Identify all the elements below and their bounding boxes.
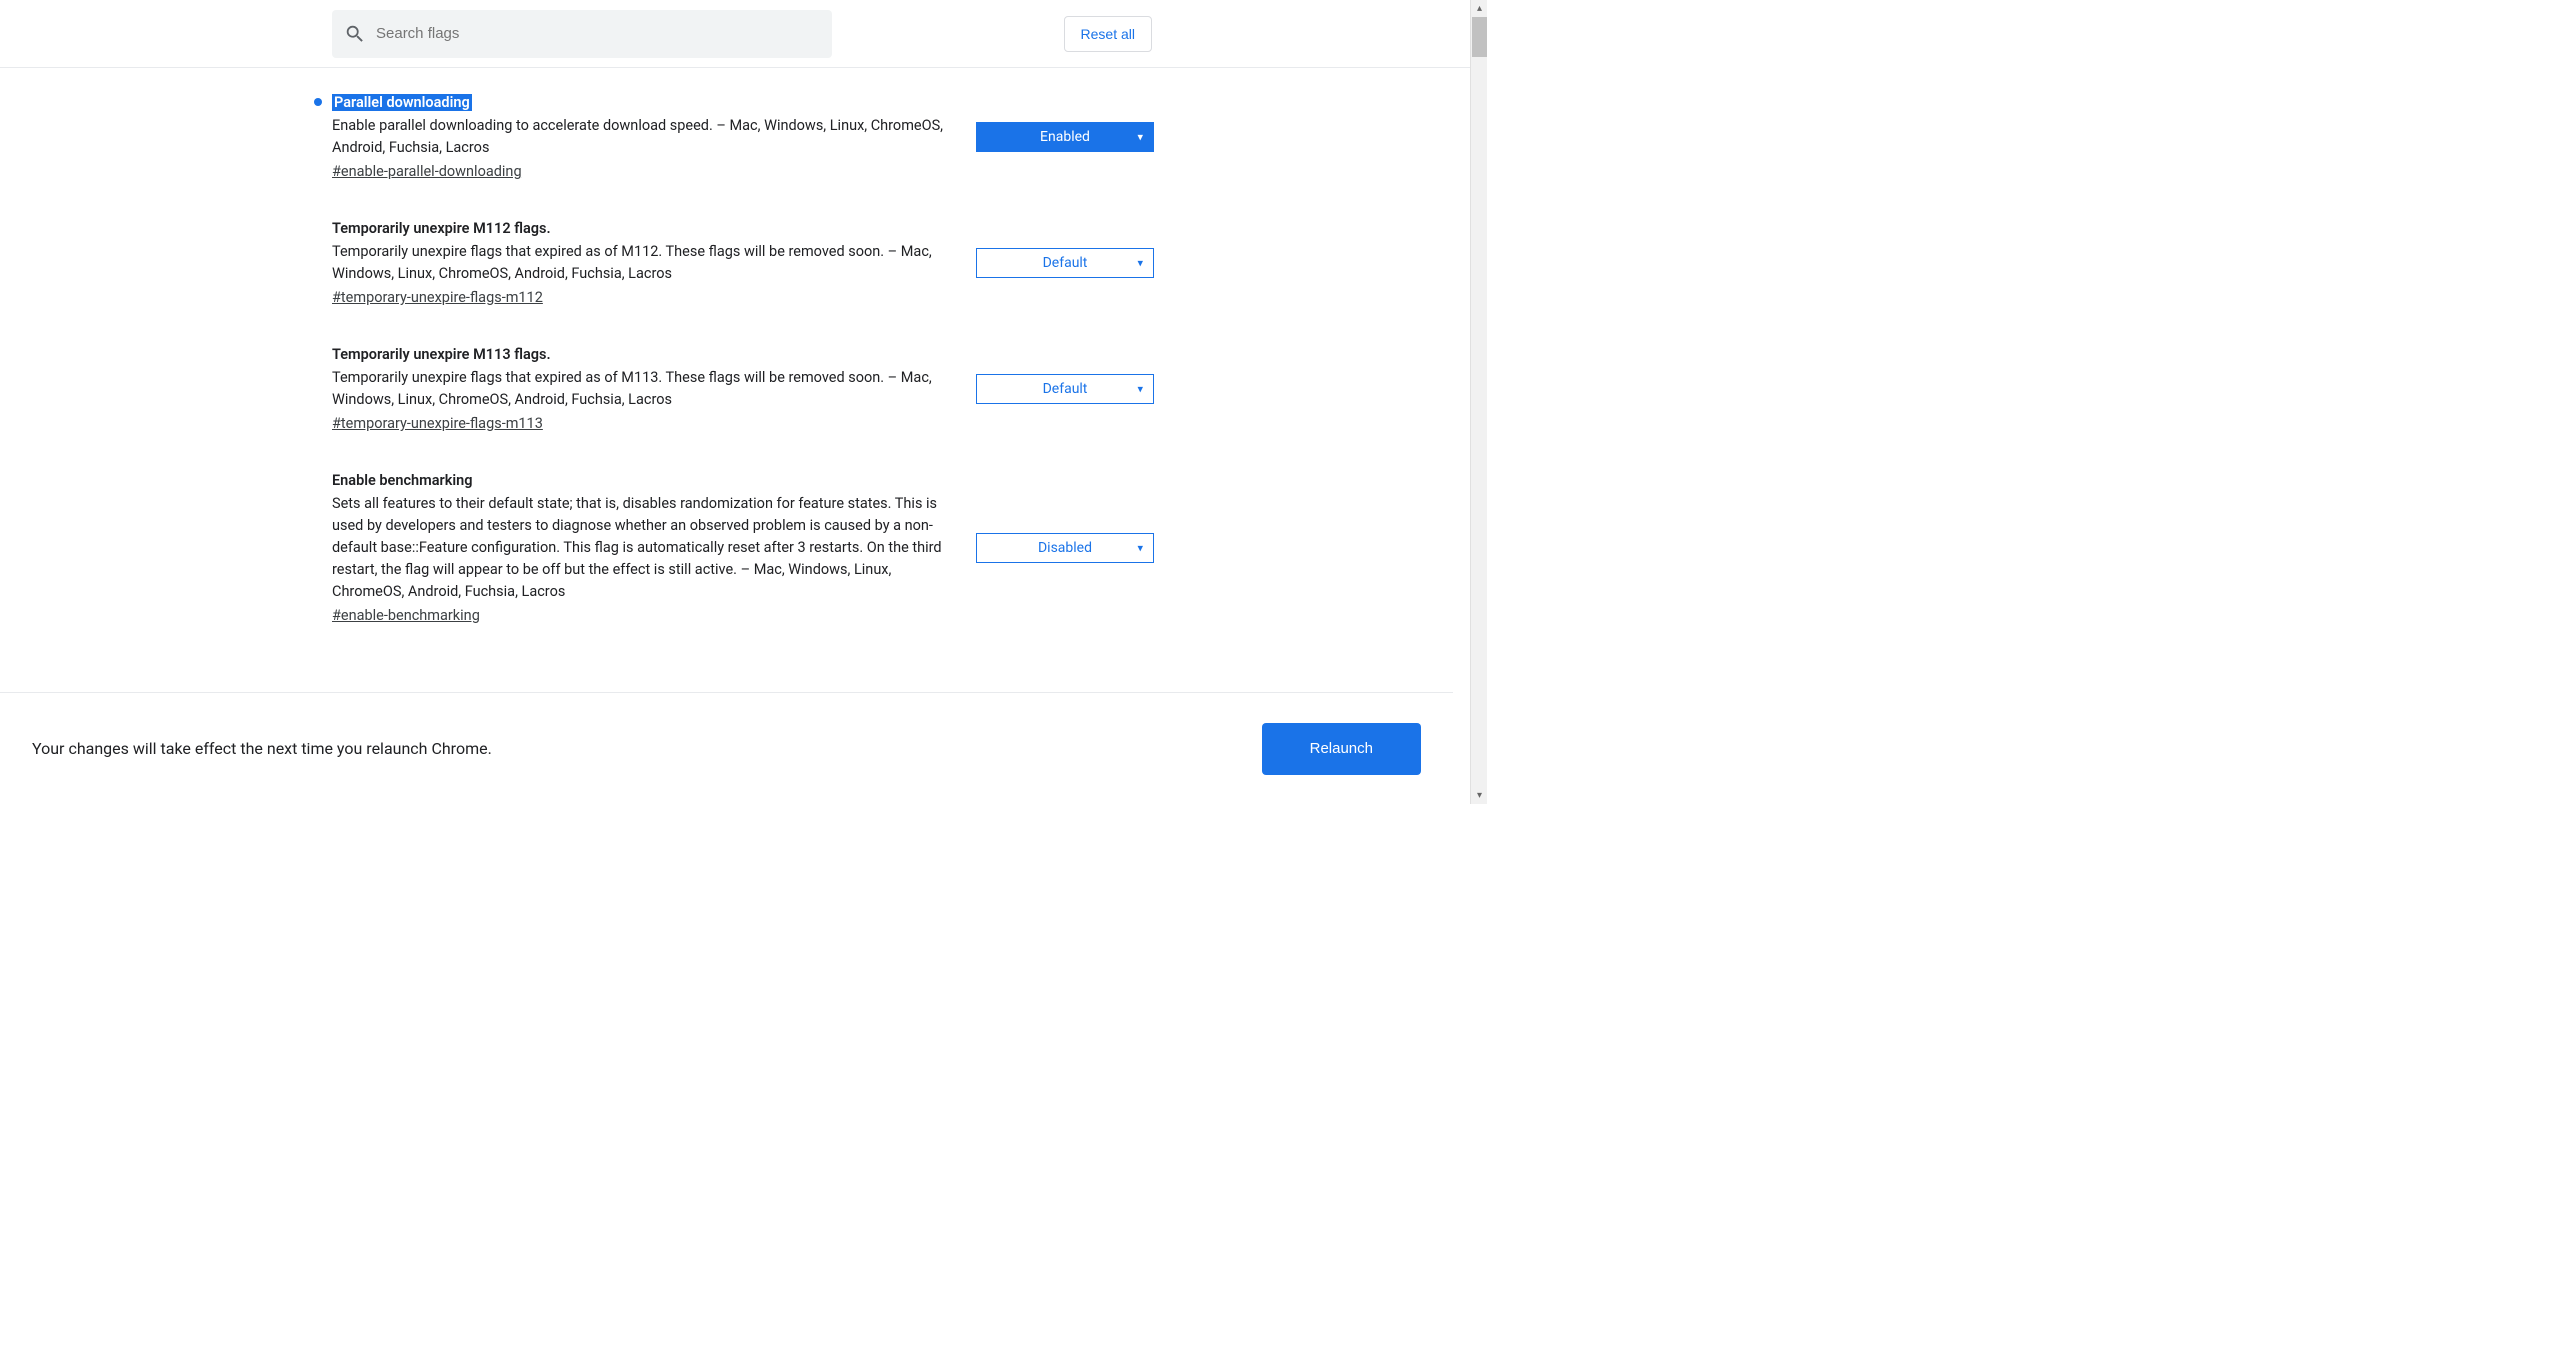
flag-title: Temporarily unexpire M112 flags. bbox=[332, 220, 551, 237]
flag-description: Temporarily unexpire flags that expired … bbox=[332, 367, 956, 411]
chevron-down-icon: ▾ bbox=[1137, 383, 1143, 396]
reset-all-button[interactable]: Reset all bbox=[1064, 16, 1152, 52]
flag-row: Temporarily unexpire M113 flags. Temporar… bbox=[332, 346, 1154, 432]
search-icon bbox=[344, 23, 366, 45]
flags-list: Parallel downloading Enable parallel down… bbox=[0, 68, 1470, 624]
relaunch-button[interactable]: Relaunch bbox=[1262, 723, 1421, 775]
flag-row: Temporarily unexpire M112 flags. Temporar… bbox=[332, 220, 1154, 306]
flag-state-label: Enabled bbox=[1040, 129, 1090, 145]
fade-cutoff bbox=[0, 676, 1453, 692]
chevron-down-icon: ▾ bbox=[1137, 131, 1143, 144]
relaunch-footer: Your changes will take effect the next t… bbox=[0, 692, 1453, 804]
flag-text-column: Temporarily unexpire M112 flags. Temporar… bbox=[332, 220, 976, 306]
flag-description: Sets all features to their default state… bbox=[332, 493, 956, 603]
flag-title: Enable benchmarking bbox=[332, 472, 472, 489]
search-box[interactable] bbox=[332, 10, 832, 58]
flag-state-label: Disabled bbox=[1038, 540, 1092, 556]
scroll-thumb[interactable] bbox=[1472, 17, 1487, 57]
flag-anchor-link[interactable]: #temporary-unexpire-flags-m112 bbox=[332, 289, 543, 306]
flag-title: Temporarily unexpire M113 flags. bbox=[332, 346, 551, 363]
content-area: Reset all Parallel downloading Enable par… bbox=[0, 0, 1470, 804]
flag-row: Enable benchmarking Sets all features to … bbox=[332, 472, 1154, 624]
scroll-down-arrow[interactable]: ▾ bbox=[1471, 787, 1487, 804]
search-input[interactable] bbox=[376, 25, 820, 42]
flag-title: Parallel downloading bbox=[332, 94, 472, 111]
flag-select-wrap: Default ▾ bbox=[976, 374, 1154, 404]
flag-text-column: Parallel downloading Enable parallel down… bbox=[332, 94, 976, 180]
header-bar: Reset all bbox=[0, 0, 1470, 68]
flag-anchor-link[interactable]: #enable-benchmarking bbox=[332, 607, 480, 624]
flag-row: Parallel downloading Enable parallel down… bbox=[332, 94, 1154, 180]
flag-text-column: Enable benchmarking Sets all features to … bbox=[332, 472, 976, 624]
flag-state-label: Default bbox=[1043, 381, 1088, 397]
scrollbar-track[interactable]: ▴ ▾ bbox=[1470, 0, 1487, 804]
scroll-up-arrow[interactable]: ▴ bbox=[1471, 0, 1487, 17]
flag-state-select[interactable]: Default ▾ bbox=[976, 374, 1154, 404]
flag-select-wrap: Enabled ▾ bbox=[976, 122, 1154, 152]
viewport: Reset all Parallel downloading Enable par… bbox=[0, 0, 1487, 804]
chevron-down-icon: ▾ bbox=[1137, 257, 1143, 270]
chevron-down-icon: ▾ bbox=[1137, 542, 1143, 555]
flag-select-wrap: Disabled ▾ bbox=[976, 533, 1154, 563]
flag-select-wrap: Default ▾ bbox=[976, 248, 1154, 278]
flag-anchor-link[interactable]: #temporary-unexpire-flags-m113 bbox=[332, 415, 543, 432]
header-inner bbox=[332, 10, 1160, 58]
flag-state-label: Default bbox=[1043, 255, 1088, 271]
flag-state-select[interactable]: Default ▾ bbox=[976, 248, 1154, 278]
flag-state-select[interactable]: Enabled ▾ bbox=[976, 122, 1154, 152]
flag-description: Temporarily unexpire flags that expired … bbox=[332, 241, 956, 285]
footer-message: Your changes will take effect the next t… bbox=[32, 739, 492, 758]
flag-description: Enable parallel downloading to accelerat… bbox=[332, 115, 956, 159]
flag-text-column: Temporarily unexpire M113 flags. Temporar… bbox=[332, 346, 976, 432]
flag-anchor-link[interactable]: #enable-parallel-downloading bbox=[332, 163, 522, 180]
flag-state-select[interactable]: Disabled ▾ bbox=[976, 533, 1154, 563]
modified-dot-icon bbox=[314, 98, 322, 106]
